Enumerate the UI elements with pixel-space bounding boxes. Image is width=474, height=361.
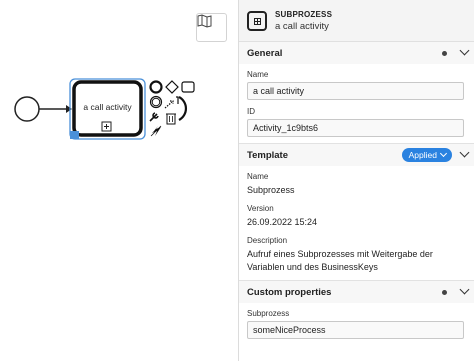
applied-badge-button[interactable]: Applied <box>401 148 452 162</box>
template-description-label: Description <box>247 236 288 245</box>
element-name: a call activity <box>275 20 329 32</box>
diagram-svg[interactable] <box>0 0 238 361</box>
template-name-label: Name <box>247 172 269 181</box>
chevron-down-icon[interactable] <box>459 284 470 295</box>
group-general-title: General <box>247 47 283 59</box>
template-badge-icon <box>70 131 79 139</box>
chevron-down-icon[interactable] <box>459 45 470 56</box>
group-template-header[interactable]: Template Applied <box>239 144 474 166</box>
group-general-header[interactable]: General <box>239 42 474 64</box>
minimap-toggle-button[interactable] <box>196 13 227 42</box>
subprozess-label: Subprozess <box>247 309 290 318</box>
id-input[interactable]: Activity_1c9bts6 <box>247 119 464 137</box>
template-description-line1: Aufruf eines Subprozesses mit Weitergabe… <box>247 249 433 259</box>
group-custom-title: Custom properties <box>247 286 332 298</box>
template-description-line2: Variablen und des BusinessKeys <box>247 262 378 272</box>
template-version-value: 26.09.2022 15:24 <box>247 217 318 227</box>
wrench-icon[interactable] <box>149 112 159 122</box>
name-input[interactable]: a call activity <box>247 82 464 100</box>
end-event-preview-arc <box>178 96 188 121</box>
group-template: Template Applied Name Subprozess Version… <box>239 144 474 281</box>
subprozess-input[interactable]: someNiceProcess <box>247 321 464 339</box>
task-icon[interactable] <box>181 81 195 93</box>
data-marker-dot <box>442 289 447 295</box>
template-name-value: Subprozess <box>247 185 295 195</box>
subprocess-icon <box>247 10 267 31</box>
connect-icon[interactable] <box>164 100 174 109</box>
modeler-window: a call activity SUBPROZESS a call activi… <box>0 0 474 361</box>
panel-header: SUBPROZESS a call activity <box>239 0 474 42</box>
group-general: General Name a call activity ID Activity… <box>239 42 474 144</box>
end-event-icon[interactable] <box>149 80 163 94</box>
group-custom-header[interactable]: Custom properties <box>239 281 474 303</box>
task-label: a call activity <box>83 102 132 112</box>
gateway-icon[interactable] <box>165 80 179 94</box>
map-icon <box>197 14 212 28</box>
properties-panel: SUBPROZESS a call activity General Name … <box>238 0 474 361</box>
name-label: Name <box>247 70 269 79</box>
sequence-flow-arrow <box>66 105 72 113</box>
diagram-canvas[interactable]: a call activity <box>0 0 238 361</box>
element-type: SUBPROZESS <box>275 9 333 19</box>
trash-icon[interactable] <box>166 113 176 125</box>
text-annotation-icon[interactable] <box>176 96 179 104</box>
data-marker-dot <box>442 50 447 56</box>
template-version-label: Version <box>247 204 274 213</box>
start-event[interactable] <box>14 96 40 122</box>
group-custom-properties: Custom properties Subprozess someNicePro… <box>239 281 474 345</box>
id-label: ID <box>247 107 255 116</box>
